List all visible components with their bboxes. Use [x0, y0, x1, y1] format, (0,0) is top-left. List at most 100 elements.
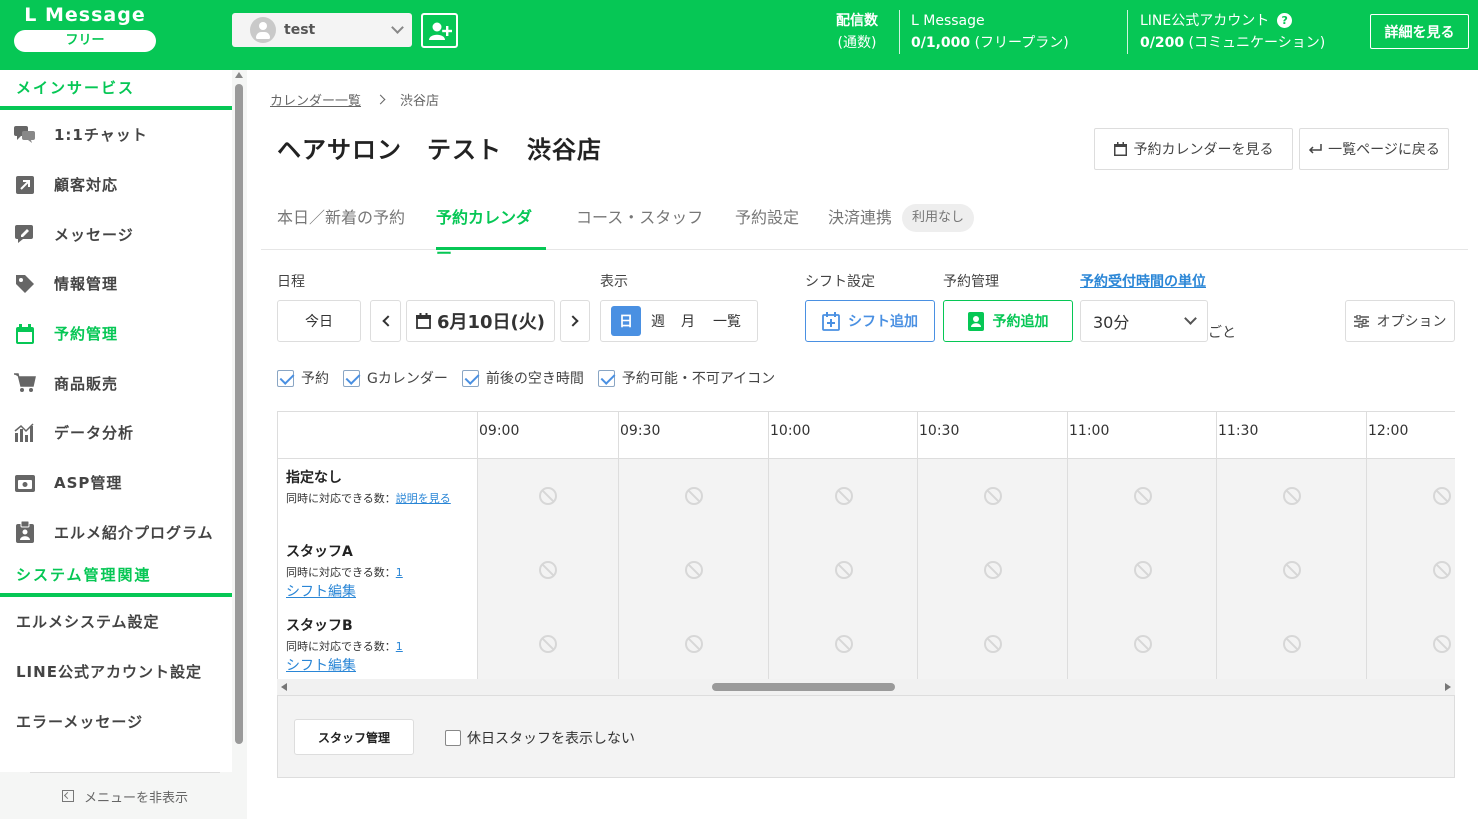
- capacity-value-link[interactable]: 1: [396, 640, 403, 653]
- sidebar-item-error-messages[interactable]: エラーメッセージ: [0, 697, 232, 747]
- time-slot[interactable]: [917, 607, 1067, 679]
- time-unit-help-link[interactable]: 予約受付時間の単位: [1080, 271, 1206, 291]
- view-day-button[interactable]: 日: [611, 306, 641, 336]
- sidebar-item-referral[interactable]: エルメ紹介プログラム: [0, 508, 232, 558]
- staff-cell: 指定なし 同時に対応できる数：説明を見る: [278, 459, 477, 533]
- time-slot[interactable]: [917, 533, 1067, 607]
- tab-reservation-calendar[interactable]: 予約カレンダー: [436, 200, 546, 263]
- tag-icon: [14, 273, 36, 295]
- view-week-button[interactable]: 週: [651, 311, 665, 331]
- breadcrumb-parent-link[interactable]: カレンダー一覧: [270, 90, 361, 109]
- edit-shift-link[interactable]: シフト編集: [286, 581, 477, 601]
- time-slot[interactable]: [1067, 607, 1217, 679]
- capacity-value-link[interactable]: 1: [396, 566, 403, 579]
- sidebar-item-message[interactable]: メッセージ: [0, 209, 232, 259]
- time-slot[interactable]: [1067, 459, 1217, 533]
- tab-reservation-settings[interactable]: 予約設定: [735, 200, 799, 250]
- date-picker[interactable]: 6月10日(火): [406, 300, 555, 342]
- filter-buffer-time-checkbox[interactable]: 前後の空き時間: [461, 368, 584, 388]
- options-label: オプション: [1376, 314, 1447, 330]
- filter-reservations-checkbox[interactable]: 予約: [277, 368, 329, 388]
- view-list-button[interactable]: 一覧: [713, 311, 741, 331]
- logo[interactable]: L Message フリー: [14, 4, 156, 52]
- back-to-list-button[interactable]: 一覧ページに戻る: [1299, 128, 1449, 170]
- shift-settings-label: シフト設定: [805, 274, 875, 290]
- time-slot[interactable]: [477, 533, 618, 607]
- sidebar-item-line-settings[interactable]: LINE公式アカウント設定: [0, 647, 232, 697]
- filter-label: 予約: [301, 371, 329, 387]
- detail-button[interactable]: 詳細を見る: [1370, 14, 1469, 49]
- grid-horizontal-scrollbar[interactable]: [277, 679, 1455, 695]
- edit-shift-link[interactable]: シフト編集: [286, 655, 477, 675]
- sidebar-item-reservation[interactable]: 予約管理: [0, 309, 232, 359]
- calendar-icon: [14, 323, 36, 345]
- sidebar-item-label: ASP管理: [54, 474, 123, 493]
- time-slot[interactable]: [1366, 607, 1455, 679]
- staff-name: スタッフA: [286, 544, 353, 560]
- time-slot[interactable]: [618, 607, 768, 679]
- account-select[interactable]: test: [232, 13, 412, 47]
- prev-day-button[interactable]: [370, 300, 401, 342]
- sidebar-item-asp[interactable]: ASP管理: [0, 458, 232, 508]
- grid-scroll-thumb[interactable]: [712, 683, 895, 691]
- time-slot[interactable]: [1216, 459, 1366, 533]
- tab-today-new[interactable]: 本日／新着の予約: [277, 200, 405, 250]
- tab-course-staff[interactable]: コース・スタッフ: [576, 200, 703, 250]
- staff-row: スタッフB 同時に対応できる数：1 シフト編集: [278, 607, 1455, 679]
- explain-link[interactable]: 説明を見る: [396, 492, 451, 505]
- hide-holiday-staff-checkbox[interactable]: 休日スタッフを表示しない: [445, 728, 635, 748]
- time-unit-select[interactable]: 30分: [1080, 300, 1208, 342]
- scroll-right-arrow[interactable]: [1445, 683, 1451, 691]
- next-day-button[interactable]: [560, 300, 590, 342]
- options-button[interactable]: オプション: [1345, 300, 1455, 342]
- time-slot[interactable]: [917, 459, 1067, 533]
- staff-management-button[interactable]: スタッフ管理: [294, 719, 414, 755]
- unavailable-icon: [983, 635, 1002, 653]
- sidebar-item-label: 1:1チャット: [54, 126, 148, 145]
- view-switcher: 日 週 月 一覧: [600, 300, 758, 342]
- time-slot[interactable]: [477, 607, 618, 679]
- view-calendar-label: 予約カレンダーを見る: [1133, 142, 1274, 158]
- time-slot[interactable]: [768, 533, 918, 607]
- time-slot[interactable]: [1216, 533, 1366, 607]
- sidebar-item-info[interactable]: 情報管理: [0, 259, 232, 309]
- tab-payment[interactable]: 決済連携: [828, 200, 892, 250]
- staff-row: 指定なし 同時に対応できる数：説明を見る: [278, 459, 1455, 533]
- add-user-button[interactable]: [421, 13, 458, 48]
- sidebar-scroll-thumb[interactable]: [235, 84, 243, 744]
- sidebar-item-system-settings[interactable]: エルメシステム設定: [0, 597, 232, 647]
- time-slot[interactable]: [768, 459, 918, 533]
- help-icon[interactable]: ?: [1277, 13, 1293, 28]
- time-header-row: 09:00 09:30 10:00 10:30 11:00 11:30 12:0…: [278, 412, 1455, 459]
- time-slot[interactable]: [618, 533, 768, 607]
- current-date: 6月10日(火): [436, 312, 546, 333]
- hide-holiday-label: 休日スタッフを表示しない: [467, 731, 635, 747]
- today-button[interactable]: 今日: [277, 300, 361, 342]
- time-slot[interactable]: [1366, 459, 1455, 533]
- time-slot[interactable]: [618, 459, 768, 533]
- scroll-left-arrow[interactable]: [281, 683, 287, 691]
- view-calendar-button[interactable]: 予約カレンダーを見る: [1094, 128, 1293, 170]
- sliders-icon: [1353, 314, 1369, 328]
- time-slot[interactable]: [477, 459, 618, 533]
- sidebar-item-chat[interactable]: 1:1チャット: [0, 110, 232, 160]
- line-plan: (コミュニケーション): [1188, 35, 1326, 51]
- view-month-button[interactable]: 月: [681, 311, 695, 331]
- hide-menu-button[interactable]: メニューを非表示: [30, 772, 220, 819]
- time-slot[interactable]: [1216, 607, 1366, 679]
- sidebar-item-sales[interactable]: 商品販売: [0, 358, 232, 408]
- add-shift-button[interactable]: シフト追加: [805, 300, 935, 342]
- sidebar-item-analytics[interactable]: データ分析: [0, 408, 232, 458]
- time-slot[interactable]: [1067, 533, 1217, 607]
- filter-availability-icon-checkbox[interactable]: 予約可能・不可アイコン: [597, 368, 775, 388]
- filter-gcalendar-checkbox[interactable]: Gカレンダー: [343, 368, 448, 388]
- scroll-up-arrow[interactable]: [235, 72, 243, 78]
- time-slot[interactable]: [768, 607, 918, 679]
- asp-icon: [14, 472, 36, 494]
- lmessage-label: L Message: [911, 13, 985, 29]
- sidebar-item-customer[interactable]: 顧客対応: [0, 160, 232, 210]
- staff-cell: スタッフA 同時に対応できる数：1 シフト編集: [278, 533, 477, 607]
- add-reservation-button[interactable]: 予約追加: [943, 300, 1073, 342]
- time-slot[interactable]: [1366, 533, 1455, 607]
- schedule-grid: 09:00 09:30 10:00 10:30 11:00 11:30 12:0…: [277, 411, 1455, 679]
